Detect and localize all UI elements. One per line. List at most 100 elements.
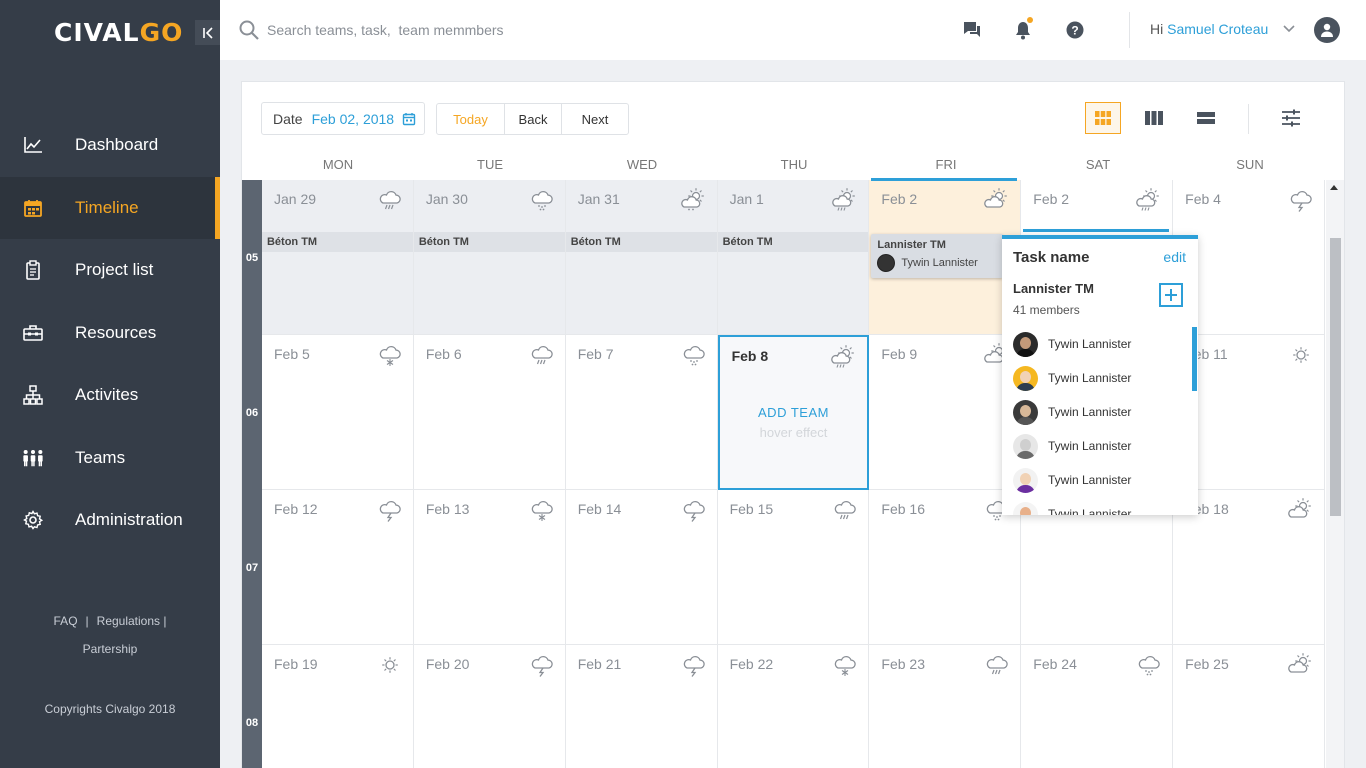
toolbox-icon [22, 322, 44, 344]
calendar-day[interactable]: Jan 30 Béton TM [413, 180, 566, 335]
topbar: ? Hi Samuel Croteau [220, 0, 1366, 60]
list-view-button[interactable] [1188, 102, 1224, 134]
help-button[interactable]: ? [1063, 18, 1087, 42]
calendar-day[interactable]: Feb 5 [261, 335, 414, 490]
sidebar-nav: Dashboard Timeline Project list Resources Ac… [0, 114, 220, 552]
weather-sun-rain-icon [832, 188, 856, 211]
filter-button[interactable] [1273, 102, 1309, 134]
day-label: Feb 12 [273, 501, 318, 517]
sidebar-item-project-list[interactable]: Project list [0, 239, 220, 302]
calendar-day[interactable]: Feb 12 [261, 490, 414, 645]
member-list-item[interactable]: Tywin Lannister [1002, 497, 1198, 515]
calendar-day[interactable]: Feb 2 Lannister TM Tywin Lannister [869, 178, 1022, 335]
sidebar-item-resources[interactable]: Resources [0, 302, 220, 365]
sidebar-item-timeline[interactable]: Timeline [0, 176, 220, 239]
team-chip[interactable]: Lannister TM Tywin Lannister [871, 234, 1004, 278]
calendar-day[interactable]: Jan 31 Béton TM [565, 180, 718, 335]
popup-team-name: Lannister TM [1013, 281, 1094, 296]
scroll-up-arrow[interactable] [1330, 185, 1338, 190]
team-bar[interactable]: Béton TM [413, 232, 565, 252]
partnership-link[interactable]: Partership [79, 642, 142, 656]
team-bar[interactable]: Béton TM [261, 232, 413, 252]
add-team-button[interactable]: ADD TEAM [720, 405, 868, 420]
calendar-day[interactable]: Feb 25 [1173, 645, 1325, 768]
member-name: Tywin Lannister [1048, 507, 1132, 515]
search-input[interactable] [267, 18, 667, 42]
topbar-divider [1129, 12, 1130, 48]
calendar-day[interactable]: Jan 1 Béton TM [717, 180, 870, 335]
day-label: Feb 6 [425, 346, 462, 362]
weather-rain-icon [835, 501, 857, 520]
member-avatar [877, 254, 896, 272]
week-view-button[interactable] [1136, 102, 1172, 134]
calendar-scrollbar[interactable] [1326, 180, 1344, 768]
calendar-day[interactable]: Feb 24 [1021, 645, 1174, 768]
sidebar-item-dashboard[interactable]: Dashboard [0, 114, 220, 177]
sidebar-item-teams[interactable]: Teams [0, 427, 220, 490]
back-button[interactable]: Back [505, 104, 562, 134]
calendar-day[interactable]: Feb 13 [413, 490, 566, 645]
team-bar[interactable]: Béton TM [565, 232, 717, 252]
messages-button[interactable] [960, 18, 984, 42]
sidebar-item-label: Resources [75, 322, 157, 342]
faq-link[interactable]: FAQ [50, 614, 82, 628]
chat-icon [964, 22, 980, 37]
calendar-day[interactable]: Feb 23 [869, 645, 1022, 768]
calendar-day[interactable]: Feb 20 [413, 645, 566, 768]
date-picker[interactable]: Date Feb 02, 2018 [261, 102, 425, 135]
scroll-thumb[interactable] [1330, 238, 1341, 516]
day-label: Feb 13 [425, 501, 470, 517]
member-name: Tywin Lannister [1048, 439, 1132, 453]
day-label: Feb 14 [577, 501, 622, 517]
calendar-day[interactable]: Feb 15 [717, 490, 870, 645]
member-list-scrollbar[interactable] [1192, 327, 1197, 391]
calendar-day[interactable]: Jan 29 Béton TM [261, 180, 414, 335]
chevron-down-icon[interactable] [1282, 22, 1296, 36]
member-list: Tywin Lannister Tywin Lannister Tywin Lann… [1002, 327, 1198, 515]
member-list-item[interactable]: Tywin Lannister [1002, 395, 1198, 429]
weekday-header: MON TUE WED THU FRI SAT SUN [262, 157, 1326, 179]
edit-link[interactable]: edit [1163, 249, 1186, 265]
calendar-day[interactable]: Feb 8 ADD TEAM hover effect [717, 335, 870, 490]
svg-text:?: ? [1071, 24, 1078, 38]
team-bar[interactable]: Béton TM [717, 232, 869, 252]
member-list-item[interactable]: Tywin Lannister [1002, 361, 1198, 395]
calendar-day[interactable]: Feb 6 [413, 335, 566, 490]
calendar-day[interactable]: Feb 21 [565, 645, 718, 768]
sidebar-item-administration[interactable]: Administration [0, 489, 220, 552]
logo[interactable]: CIVALGO [54, 18, 183, 47]
calendar-day[interactable]: Feb 9 [869, 335, 1022, 490]
member-list-item[interactable]: Tywin Lannister [1002, 327, 1198, 361]
add-member-button[interactable] [1159, 283, 1183, 307]
week-number: 08 [242, 645, 262, 768]
collapse-sidebar-button[interactable] [195, 20, 220, 45]
weekday-sun: SUN [1236, 157, 1264, 172]
member-list-item[interactable]: Tywin Lannister [1002, 429, 1198, 463]
user-avatar[interactable] [1314, 17, 1340, 43]
member-name: Tywin Lannister [1048, 337, 1132, 351]
member-avatar [1013, 467, 1038, 493]
user-icon [1321, 23, 1333, 37]
calendar-day[interactable]: Feb 22 [717, 645, 870, 768]
day-label: Feb 8 [731, 348, 769, 364]
today-button[interactable]: Today [437, 104, 505, 134]
calendar-icon [22, 197, 44, 219]
calendar-day[interactable]: Feb 7 [565, 335, 718, 490]
weekday-thu: THU [780, 157, 808, 172]
task-popup: Task name edit Lannister TM 41 members T… [1002, 235, 1198, 515]
sidebar-item-activites[interactable]: Activites [0, 364, 220, 427]
user-greeting[interactable]: Hi Samuel Croteau [1150, 21, 1268, 37]
calendar-day[interactable]: Feb 14 [565, 490, 718, 645]
calendar-day[interactable]: Feb 16 [869, 490, 1022, 645]
notifications-button[interactable] [1011, 17, 1035, 42]
month-view-button[interactable] [1085, 102, 1121, 134]
member-avatar [1013, 433, 1038, 459]
footer-separator: | [85, 614, 89, 628]
member-list-item[interactable]: Tywin Lannister [1002, 463, 1198, 497]
day-label: Feb 19 [273, 656, 318, 672]
sidebar-item-label: Activites [75, 385, 139, 405]
calendar-day[interactable]: Feb 19 [261, 645, 414, 768]
search-icon [239, 20, 259, 40]
next-button[interactable]: Next [562, 104, 628, 134]
regulations-link[interactable]: Regulations | [93, 614, 171, 628]
